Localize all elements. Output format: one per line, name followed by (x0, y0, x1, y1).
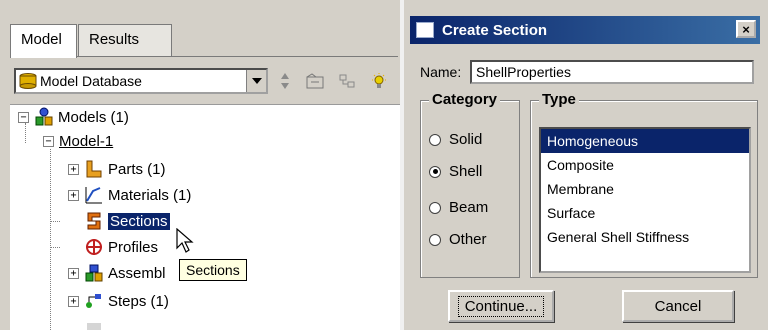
model-tree-panel: Model Results Model Database − Models (1… (0, 0, 400, 330)
tab-model[interactable]: Model (10, 24, 77, 58)
window-icon (416, 22, 434, 38)
tree-label: Steps (1) (108, 292, 169, 310)
tree-label: Parts (1) (108, 160, 166, 178)
radio-solid[interactable]: Solid (429, 131, 482, 148)
dialog-title: Create Section (442, 21, 548, 39)
tree-node-parts[interactable]: + Parts (1) (68, 157, 166, 181)
tree-toolbar: Model Database (10, 64, 398, 98)
radio-other[interactable]: Other (429, 231, 487, 248)
tree-node-partial (84, 317, 108, 330)
tooltip: Sections (179, 259, 247, 281)
tree-label: Materials (1) (108, 186, 192, 204)
radio-label: Shell (449, 163, 483, 180)
sort-up-down-icon[interactable] (274, 70, 296, 92)
model-tree: − Models (1) − Model-1 + Parts (1) + Mat… (10, 104, 400, 330)
list-item-composite[interactable]: Composite (541, 153, 749, 177)
partial-row-icon (84, 319, 104, 330)
tree-connector (50, 149, 51, 330)
bulb-icon[interactable] (368, 70, 390, 92)
tree-label: Model-1 (59, 132, 114, 150)
tree-connector (50, 221, 60, 222)
name-field[interactable]: ShellProperties (470, 60, 754, 84)
continue-label: Continue... (457, 295, 545, 317)
tree-connector (50, 247, 60, 248)
collapse-icon[interactable]: − (43, 135, 54, 147)
sections-icon (84, 211, 104, 231)
database-icon (19, 73, 37, 89)
tree-label: Models (1) (58, 108, 129, 126)
dialog-titlebar[interactable]: Create Section × (410, 16, 760, 44)
type-listbox[interactable]: Homogeneous Composite Membrane Surface G… (539, 127, 751, 273)
name-label: Name: (420, 64, 462, 80)
create-section-dialog: Create Section × Name: ShellProperties C… (404, 0, 768, 330)
tree-label-selected: Sections (107, 211, 171, 231)
radio-beam[interactable]: Beam (429, 199, 488, 216)
tree-label: Profiles (108, 238, 159, 256)
radio-button[interactable] (429, 233, 441, 246)
tree-node-model-1[interactable]: − Model-1 (43, 129, 113, 153)
chevron-down-icon[interactable] (246, 70, 266, 92)
mouse-cursor-icon (176, 227, 194, 258)
radio-button-checked[interactable] (429, 165, 441, 178)
tab-results[interactable]: Results (78, 24, 172, 56)
database-selector-value: Model Database (40, 73, 142, 89)
models-icon (34, 107, 54, 127)
assembly-icon (84, 263, 104, 283)
filter-icon[interactable] (336, 70, 358, 92)
type-legend: Type (539, 91, 579, 108)
tree-node-sections[interactable]: Sections (84, 209, 171, 233)
radio-label: Solid (449, 131, 483, 148)
tree-node-profiles[interactable]: Profiles (84, 235, 158, 259)
parts-icon (84, 159, 104, 179)
radio-label: Other (449, 231, 487, 248)
steps-icon (84, 291, 104, 311)
radio-button[interactable] (429, 133, 441, 146)
list-item-membrane[interactable]: Membrane (541, 177, 749, 201)
close-button[interactable]: × (736, 20, 756, 38)
tree-label: Assembl (108, 264, 166, 282)
expand-icon[interactable]: + (68, 295, 79, 307)
category-group: Category Solid Shell Beam Other (420, 91, 520, 278)
expand-icon[interactable]: + (68, 163, 79, 175)
radio-label: Beam (449, 199, 489, 216)
cancel-button[interactable]: Cancel (622, 290, 734, 322)
profiles-icon (84, 237, 104, 257)
continue-button[interactable]: Continue... (448, 290, 554, 322)
type-group: Type Homogeneous Composite Membrane Surf… (530, 91, 758, 278)
expand-icon[interactable]: + (68, 267, 79, 279)
database-selector[interactable]: Model Database (14, 68, 268, 94)
tree-node-assembly[interactable]: + Assembl (68, 261, 166, 285)
materials-icon (84, 185, 104, 205)
category-legend: Category (429, 91, 501, 108)
expand-icon[interactable]: + (68, 189, 79, 201)
list-item-surface[interactable]: Surface (541, 201, 749, 225)
list-item-homogeneous[interactable]: Homogeneous (541, 129, 749, 153)
tree-node-models[interactable]: − Models (1) (18, 105, 129, 129)
list-item-general-shell-stiffness[interactable]: General Shell Stiffness (541, 225, 749, 249)
tree-node-steps[interactable]: + Steps (1) (68, 289, 169, 313)
radio-shell[interactable]: Shell (429, 163, 482, 180)
tree-node-materials[interactable]: + Materials (1) (68, 183, 191, 207)
radio-button[interactable] (429, 201, 441, 214)
collapse-icon[interactable]: − (18, 111, 29, 123)
folder-icon[interactable] (304, 70, 326, 92)
